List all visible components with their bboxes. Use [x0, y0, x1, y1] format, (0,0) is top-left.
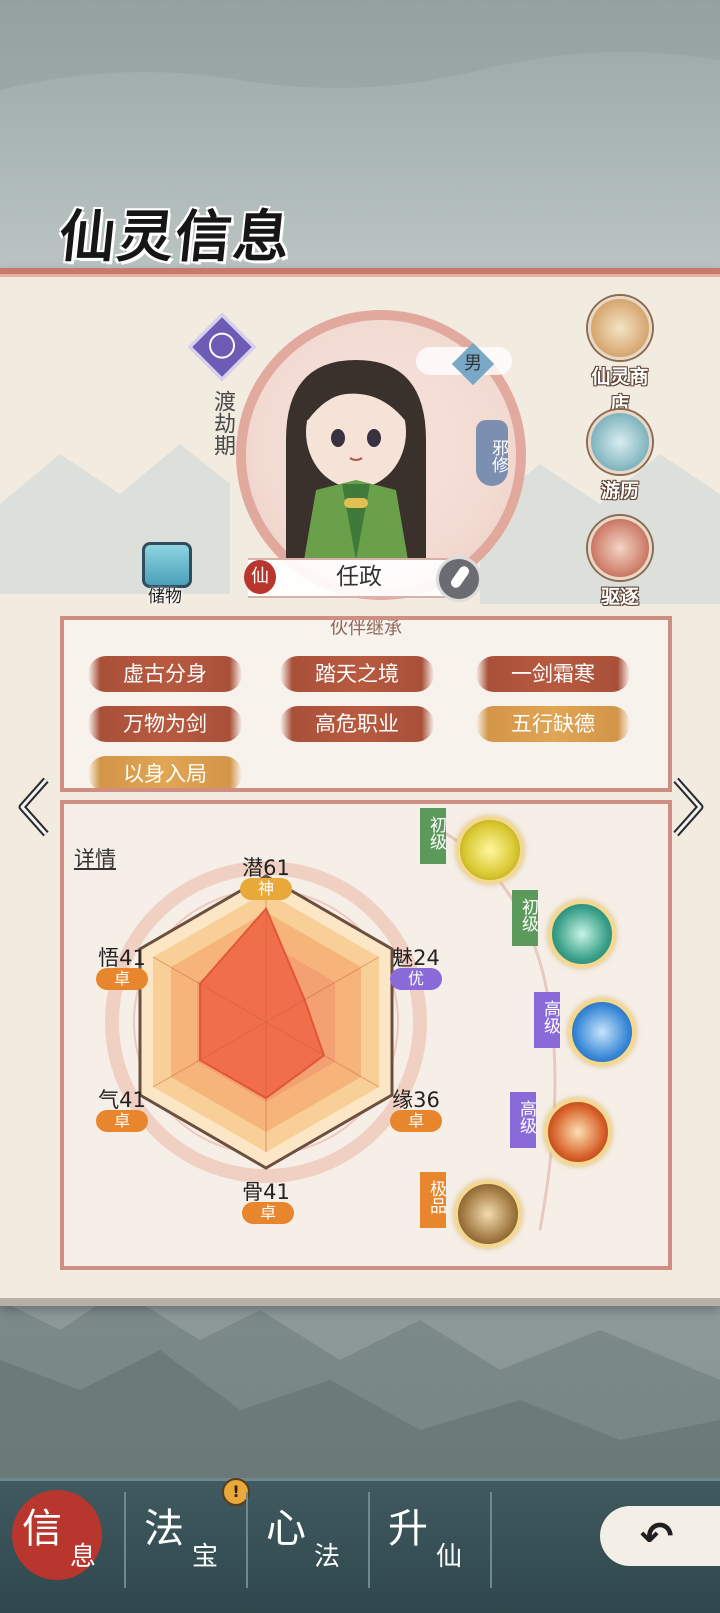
- stat-tag-potential: 神: [240, 878, 292, 900]
- page-title: 仙灵信息: [56, 204, 295, 270]
- nav-tab-info-big: 信: [22, 1506, 62, 1552]
- nav-tab-treasure-small: 宝: [192, 1542, 219, 1572]
- wood-icon[interactable]: [548, 900, 616, 968]
- metal-icon[interactable]: [456, 816, 524, 884]
- travel-icon: [588, 410, 652, 474]
- stat-tag-insight: 卓: [96, 968, 148, 990]
- traits-box: 伙伴继承 虚古分身 踏天之境 一剑霜寒 万物为剑 高危职业 五行缺德 以身入局: [60, 616, 672, 792]
- fire-icon[interactable]: [544, 1098, 612, 1166]
- details-link[interactable]: 详情: [74, 843, 116, 873]
- gender-label: 男: [464, 353, 482, 374]
- trait-tag[interactable]: 五行缺德: [476, 706, 630, 742]
- nav-tab-info[interactable]: 信 息: [4, 1490, 124, 1590]
- next-arrow-icon[interactable]: [668, 776, 708, 838]
- nav-tab-treasure-big: 法: [144, 1506, 184, 1552]
- rename-brush-icon[interactable]: [436, 556, 482, 602]
- stat-tag-bone: 卓: [242, 1202, 294, 1224]
- travel-button[interactable]: 游历: [584, 410, 656, 503]
- trait-tag[interactable]: 高危职业: [280, 706, 434, 742]
- path-badge: 邪修: [476, 420, 508, 486]
- spirit-shop-button[interactable]: 仙灵商店: [584, 296, 656, 416]
- trait-tag[interactable]: 以身入局: [88, 756, 242, 788]
- nav-tab-ascend-small: 仙: [436, 1542, 463, 1572]
- trait-tag[interactable]: 一剑霜寒: [476, 656, 630, 692]
- element-grade-water: 高级: [534, 992, 560, 1048]
- element-grade-fire: 高级: [510, 1092, 536, 1148]
- nav-tab-ascend-big: 升: [388, 1506, 428, 1552]
- nav-tab-technique-small: 法: [314, 1542, 341, 1572]
- trait-tag[interactable]: 虚古分身: [88, 656, 242, 692]
- nav-separator: [490, 1492, 492, 1588]
- trait-tag[interactable]: 踏天之境: [280, 656, 434, 692]
- element-grade-wood: 初级: [512, 890, 538, 946]
- storage-label: 储物: [148, 587, 182, 607]
- prev-arrow-icon[interactable]: [14, 776, 54, 838]
- shop-icon: [588, 296, 652, 360]
- earth-icon[interactable]: [454, 1180, 522, 1248]
- water-icon[interactable]: [568, 998, 636, 1066]
- traits-heading: 伙伴继承: [330, 618, 402, 639]
- spirit-shop-label: 仙灵商店: [591, 366, 649, 415]
- trait-tag[interactable]: 万物为剑: [88, 706, 242, 742]
- nav-tab-technique-big: 心: [266, 1506, 306, 1552]
- nav-tab-ascend[interactable]: 升 仙: [370, 1490, 490, 1590]
- storage-button[interactable]: 储物: [138, 538, 192, 607]
- travel-label: 游历: [600, 480, 639, 502]
- stat-tag-fate: 卓: [390, 1110, 442, 1132]
- stat-tag-charm: 优: [390, 968, 442, 990]
- back-arrow-icon: ↶: [640, 1514, 674, 1560]
- stat-tag-qi: 卓: [96, 1110, 148, 1132]
- element-grade-earth: 极品: [420, 1172, 446, 1228]
- expel-icon: [588, 516, 652, 580]
- element-grade-metal: 初级: [420, 808, 446, 864]
- realm-label: 渡劫期: [210, 390, 235, 456]
- nav-tab-info-small: 息: [70, 1542, 97, 1572]
- nav-tab-treasure[interactable]: 法 宝: [126, 1490, 246, 1590]
- expel-label: 驱逐: [600, 586, 639, 608]
- expel-button[interactable]: 驱逐: [584, 516, 656, 609]
- nav-tab-technique[interactable]: 心 法: [248, 1490, 368, 1590]
